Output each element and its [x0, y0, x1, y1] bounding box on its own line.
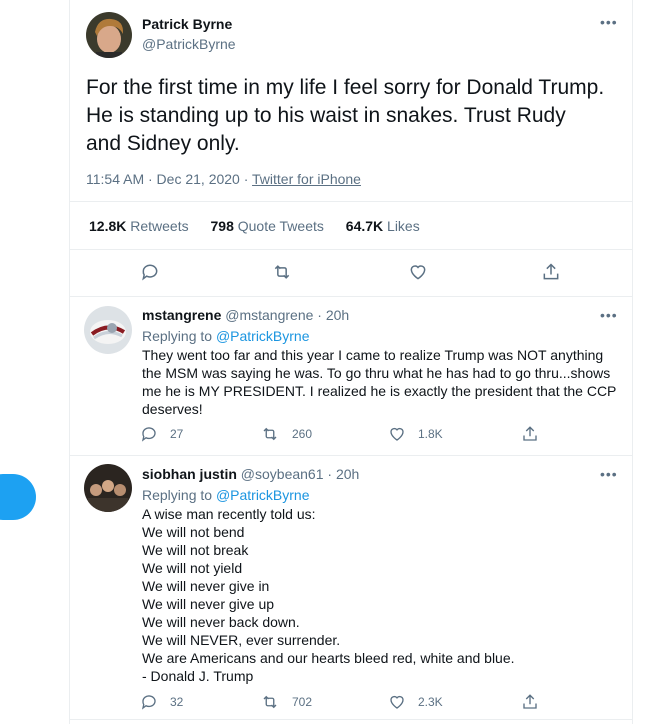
- share-icon: [523, 426, 537, 441]
- reply-icon: [141, 695, 156, 710]
- quote-tweets-stat[interactable]: 798 Quote Tweets: [211, 218, 324, 234]
- reply-tweet[interactable]: mstangrene @mstangrene · 20h ••• Replyin…: [70, 297, 632, 455]
- share-button[interactable]: [521, 693, 539, 711]
- replying-to: Replying to @PatrickByrne: [142, 487, 310, 503]
- retweet-icon[interactable]: [271, 262, 293, 282]
- reply-header: siobhan justin @soybean61 · 20h: [142, 466, 360, 482]
- heart-icon[interactable]: [408, 262, 428, 282]
- reply-button[interactable]: 32: [140, 693, 183, 711]
- more-dots-icon[interactable]: •••: [600, 307, 618, 323]
- replying-to: Replying to @PatrickByrne: [142, 328, 310, 344]
- reply-actions: 27 260 1.8K: [70, 425, 632, 455]
- divider: [70, 201, 632, 202]
- main-tweet-actions: [70, 258, 632, 288]
- compose-tweet-button[interactable]: [0, 474, 36, 520]
- timeline-column: Patrick Byrne @PatrickByrne ••• For the …: [69, 0, 633, 724]
- reply-icon[interactable]: [140, 262, 160, 282]
- author-handle[interactable]: @PatrickByrne: [142, 36, 236, 54]
- heart-icon: [390, 427, 404, 441]
- share-icon: [523, 694, 537, 709]
- tweet-text: For the first time in my life I feel sor…: [86, 76, 605, 155]
- share-icon[interactable]: [541, 262, 561, 282]
- divider: [70, 249, 632, 250]
- author-name[interactable]: Patrick Byrne: [142, 16, 232, 34]
- like-button[interactable]: 2.3K: [388, 693, 443, 711]
- like-button[interactable]: 1.8K: [388, 425, 443, 443]
- reply-button[interactable]: 27: [140, 425, 183, 443]
- tweet-timestamp[interactable]: 11:54 AM · Dec 21, 2020 ·: [86, 171, 252, 187]
- retweet-icon: [263, 427, 277, 441]
- reply-text: A wise man recently told us: We will not…: [142, 506, 515, 684]
- reply-icon: [141, 427, 156, 442]
- more-dots-icon[interactable]: •••: [600, 466, 618, 482]
- tweet-meta: 11:54 AM · Dec 21, 2020 · Twitter for iP…: [86, 171, 361, 187]
- retweets-stat[interactable]: 12.8K Retweets: [89, 218, 189, 234]
- reply-text: They went too far and this year I came t…: [142, 347, 617, 417]
- retweet-button[interactable]: 702: [260, 693, 312, 711]
- heart-icon: [390, 695, 404, 709]
- avatar[interactable]: [84, 306, 132, 354]
- retweet-button[interactable]: 260: [260, 425, 312, 443]
- reply-header: mstangrene @mstangrene · 20h: [142, 307, 350, 323]
- tweet-stats: 12.8K Retweets 798 Quote Tweets 64.7K Li…: [89, 218, 420, 234]
- avatar[interactable]: [84, 464, 132, 512]
- more-dots-icon[interactable]: •••: [600, 14, 618, 30]
- likes-stat[interactable]: 64.7K Likes: [346, 218, 420, 234]
- tweet-client-link[interactable]: Twitter for iPhone: [252, 171, 361, 187]
- reply-tweet[interactable]: siobhan justin @soybean61 · 20h ••• Repl…: [70, 456, 632, 718]
- avatar[interactable]: [86, 12, 132, 58]
- divider: [70, 719, 632, 720]
- retweet-icon: [263, 695, 277, 709]
- share-button[interactable]: [521, 425, 539, 443]
